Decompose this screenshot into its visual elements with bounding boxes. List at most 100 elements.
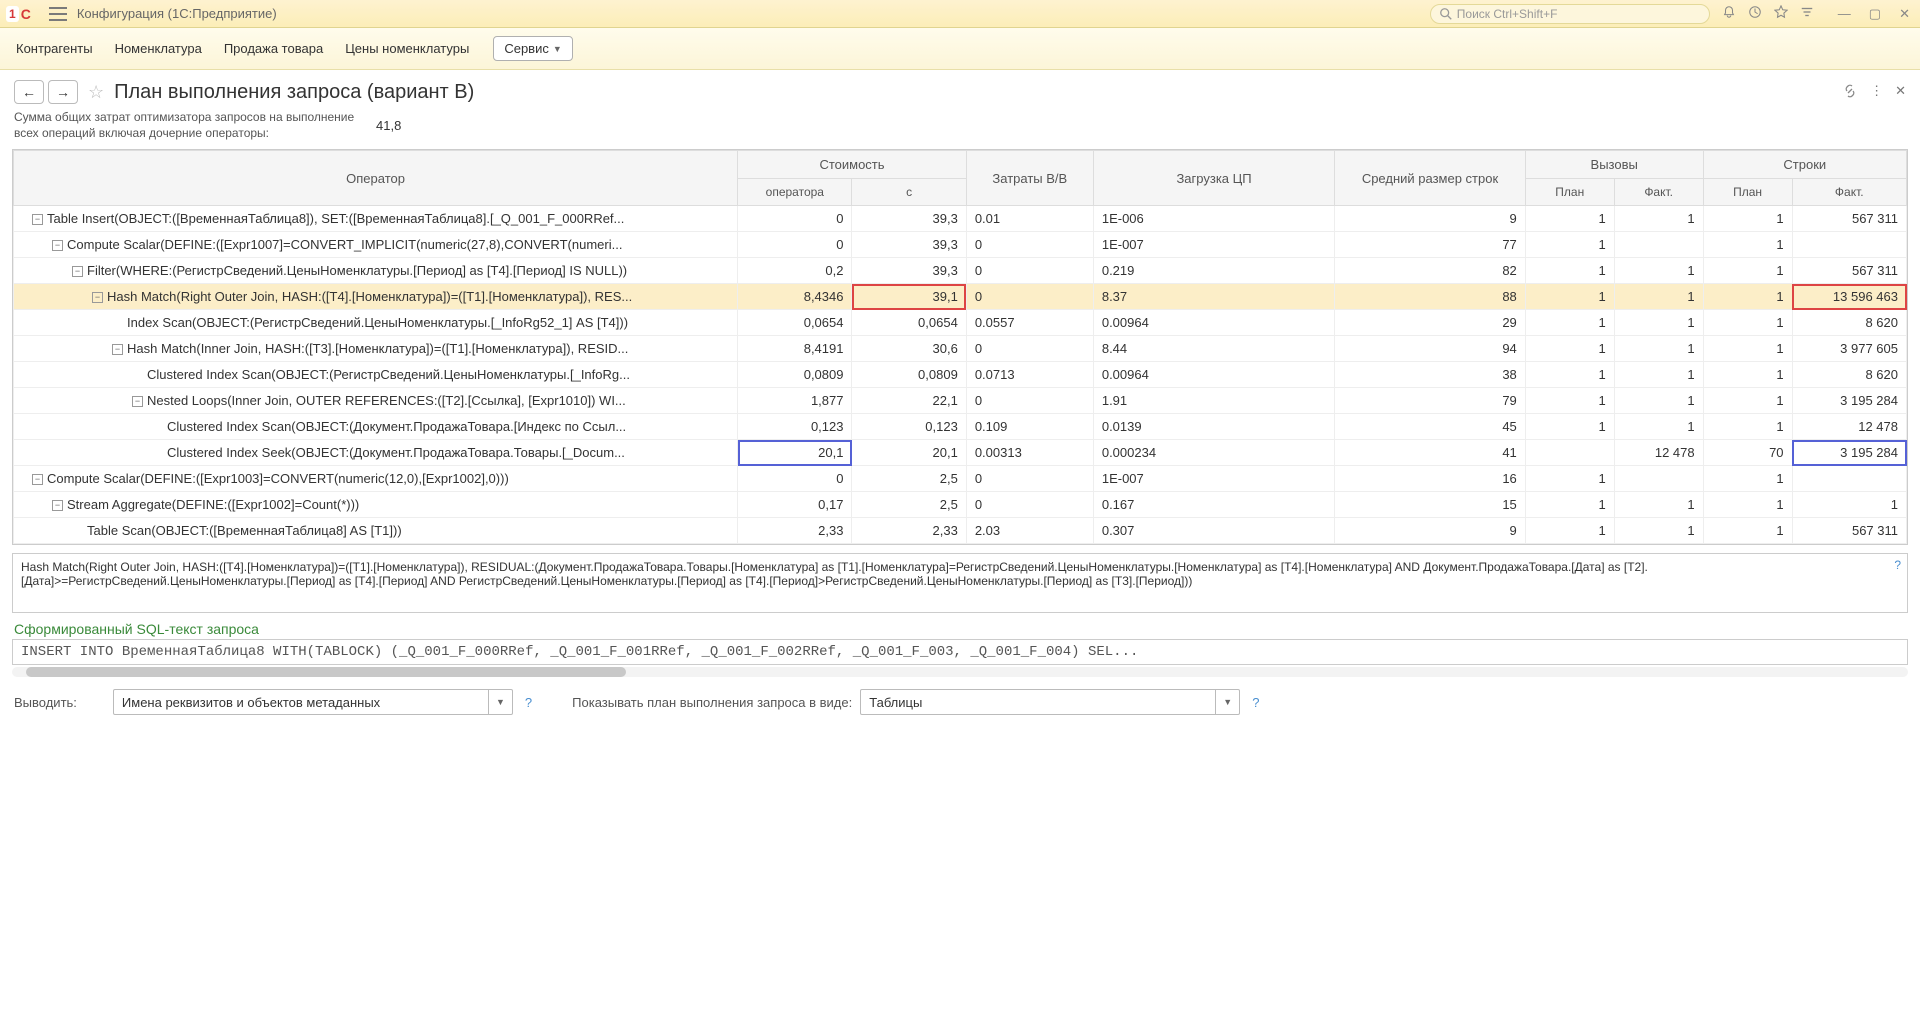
table-cell: 0 — [966, 284, 1093, 310]
nav-forward-button[interactable]: → — [48, 80, 78, 104]
toggle-icon[interactable]: − — [52, 500, 63, 511]
output-dropdown[interactable]: Имена реквизитов и объектов метаданных ▼ — [113, 689, 513, 715]
table-cell: 1 — [1703, 388, 1792, 414]
table-cell: 0.00313 — [966, 440, 1093, 466]
table-row[interactable]: Clustered Index Scan(OBJECT:(Документ.Пр… — [14, 414, 1907, 440]
th-calls[interactable]: Вызовы — [1525, 151, 1703, 179]
toggle-icon[interactable]: − — [92, 292, 103, 303]
close-button[interactable]: ✕ — [1895, 6, 1914, 22]
th-rows-fact[interactable]: Факт. — [1792, 179, 1906, 206]
bell-icon[interactable] — [1722, 5, 1736, 22]
chevron-down-icon[interactable]: ▼ — [1215, 690, 1239, 714]
help-icon[interactable]: ? — [521, 695, 536, 710]
table-cell: −Stream Aggregate(DEFINE:([Expr1002]=Cou… — [14, 492, 738, 518]
table-cell: 0.0139 — [1093, 414, 1334, 440]
table-cell: 1.91 — [1093, 388, 1334, 414]
table-cell: 8,4191 — [738, 336, 852, 362]
table-row[interactable]: −Compute Scalar(DEFINE:([Expr1003]=CONVE… — [14, 466, 1907, 492]
help-icon[interactable]: ? — [1248, 695, 1263, 710]
menu-sale[interactable]: Продажа товара — [222, 37, 325, 60]
table-cell: 2.03 — [966, 518, 1093, 544]
table-row[interactable]: −Nested Loops(Inner Join, OUTER REFERENC… — [14, 388, 1907, 414]
table-row[interactable]: −Stream Aggregate(DEFINE:([Expr1002]=Cou… — [14, 492, 1907, 518]
link-icon[interactable] — [1842, 83, 1858, 102]
th-cost-c[interactable]: с — [852, 179, 966, 206]
table-cell: 1 — [1525, 310, 1614, 336]
maximize-button[interactable]: ▢ — [1865, 6, 1885, 22]
th-io[interactable]: Затраты В/В — [966, 151, 1093, 206]
th-cost[interactable]: Стоимость — [738, 151, 967, 179]
table-row[interactable]: −Hash Match(Right Outer Join, HASH:([T4]… — [14, 284, 1907, 310]
kebab-icon[interactable]: ⋮ — [1870, 83, 1883, 102]
menu-contragents[interactable]: Контрагенты — [14, 37, 95, 60]
table-cell: 1 — [1614, 518, 1703, 544]
table-row[interactable]: −Filter(WHERE:(РегистрСведений.ЦеныНомен… — [14, 258, 1907, 284]
table-cell: 1 — [1703, 492, 1792, 518]
view-dropdown[interactable]: Таблицы ▼ — [860, 689, 1240, 715]
table-cell — [1525, 440, 1614, 466]
close-page-button[interactable]: ✕ — [1895, 83, 1906, 102]
star-icon[interactable] — [1774, 5, 1788, 22]
th-calls-fact[interactable]: Факт. — [1614, 179, 1703, 206]
th-rows[interactable]: Строки — [1703, 151, 1906, 179]
th-cost-op[interactable]: оператора — [738, 179, 852, 206]
table-cell: 567 311 — [1792, 206, 1906, 232]
toggle-icon[interactable]: − — [112, 344, 123, 355]
table-cell: 0,17 — [738, 492, 852, 518]
th-rows-plan[interactable]: План — [1703, 179, 1792, 206]
table-cell: 0 — [738, 232, 852, 258]
history-icon[interactable] — [1748, 5, 1762, 22]
hamburger-icon[interactable] — [49, 7, 67, 21]
toggle-icon[interactable]: − — [132, 396, 143, 407]
table-cell: 9 — [1335, 206, 1526, 232]
toggle-icon[interactable]: − — [32, 474, 43, 485]
th-operator[interactable]: Оператор — [14, 151, 738, 206]
nav-back-button[interactable]: ← — [14, 80, 44, 104]
minimize-button[interactable]: — — [1834, 6, 1855, 22]
search-icon — [1439, 7, 1453, 21]
table-row[interactable]: −Table Insert(OBJECT:([ВременнаяТаблица8… — [14, 206, 1907, 232]
chevron-down-icon[interactable]: ▼ — [488, 690, 512, 714]
sql-text-box[interactable]: INSERT INTO ВременнаяТаблица8 WITH(TABLO… — [12, 639, 1908, 665]
table-cell: 2,5 — [852, 466, 966, 492]
table-cell: 0.307 — [1093, 518, 1334, 544]
table-row[interactable]: Table Scan(OBJECT:([ВременнаяТаблица8] A… — [14, 518, 1907, 544]
summary-value: 41,8 — [376, 118, 401, 133]
table-cell: 16 — [1335, 466, 1526, 492]
table-cell: 0.00964 — [1093, 362, 1334, 388]
table-cell: 1 — [1525, 206, 1614, 232]
th-calls-plan[interactable]: План — [1525, 179, 1614, 206]
table-row[interactable]: −Compute Scalar(DEFINE:([Expr1007]=CONVE… — [14, 232, 1907, 258]
table-cell: 1 — [1614, 258, 1703, 284]
table-cell: −Filter(WHERE:(РегистрСведений.ЦеныНомен… — [14, 258, 738, 284]
sql-scrollbar[interactable] — [12, 667, 1908, 677]
table-row[interactable]: Clustered Index Seek(OBJECT:(Документ.Пр… — [14, 440, 1907, 466]
table-row[interactable]: Index Scan(OBJECT:(РегистрСведений.ЦеныН… — [14, 310, 1907, 336]
search-input[interactable]: Поиск Ctrl+Shift+F — [1430, 4, 1710, 24]
table-cell: 0 — [966, 336, 1093, 362]
th-rowsize[interactable]: Средний размер строк — [1335, 151, 1526, 206]
plan-table[interactable]: Оператор Стоимость Затраты В/В Загрузка … — [12, 149, 1908, 545]
output-label: Выводить: — [14, 695, 77, 710]
toggle-icon[interactable]: − — [52, 240, 63, 251]
service-button[interactable]: Сервис▼ — [493, 36, 572, 61]
table-cell: −Table Insert(OBJECT:([ВременнаяТаблица8… — [14, 206, 738, 232]
table-cell: 1 — [1525, 284, 1614, 310]
th-cpu[interactable]: Загрузка ЦП — [1093, 151, 1334, 206]
table-cell: 0 — [966, 232, 1093, 258]
table-row[interactable]: −Hash Match(Inner Join, HASH:([T3].[Номе… — [14, 336, 1907, 362]
favorite-star-icon[interactable]: ☆ — [88, 82, 104, 103]
table-cell: 0,0809 — [738, 362, 852, 388]
filter-icon[interactable] — [1800, 5, 1814, 22]
table-row[interactable]: Clustered Index Scan(OBJECT:(РегистрСвед… — [14, 362, 1907, 388]
detail-text-box[interactable]: Hash Match(Right Outer Join, HASH:([T4].… — [12, 553, 1908, 613]
menu-prices[interactable]: Цены номенклатуры — [343, 37, 471, 60]
table-cell: 1 — [1525, 362, 1614, 388]
help-icon[interactable]: ? — [1894, 558, 1901, 572]
toggle-icon[interactable]: − — [32, 214, 43, 225]
titlebar: 1C Конфигурация (1С:Предприятие) Поиск C… — [0, 0, 1920, 28]
menu-nomenclature[interactable]: Номенклатура — [113, 37, 204, 60]
table-cell: 1 — [1792, 492, 1906, 518]
toggle-icon[interactable]: − — [72, 266, 83, 277]
table-cell: 1 — [1525, 258, 1614, 284]
